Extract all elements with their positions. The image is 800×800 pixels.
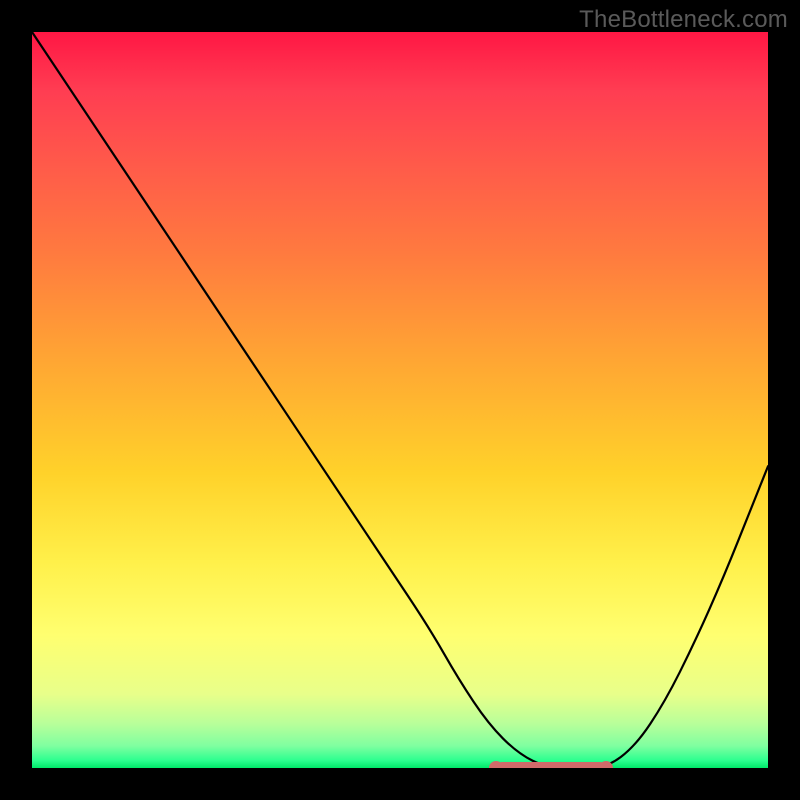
curve-svg [32,32,768,768]
watermark-text: TheBottleneck.com [579,6,788,34]
flat-region-left-dot [489,761,503,768]
bottleneck-curve [32,32,768,768]
plot-area [32,32,768,768]
flat-region-marker [496,762,606,768]
